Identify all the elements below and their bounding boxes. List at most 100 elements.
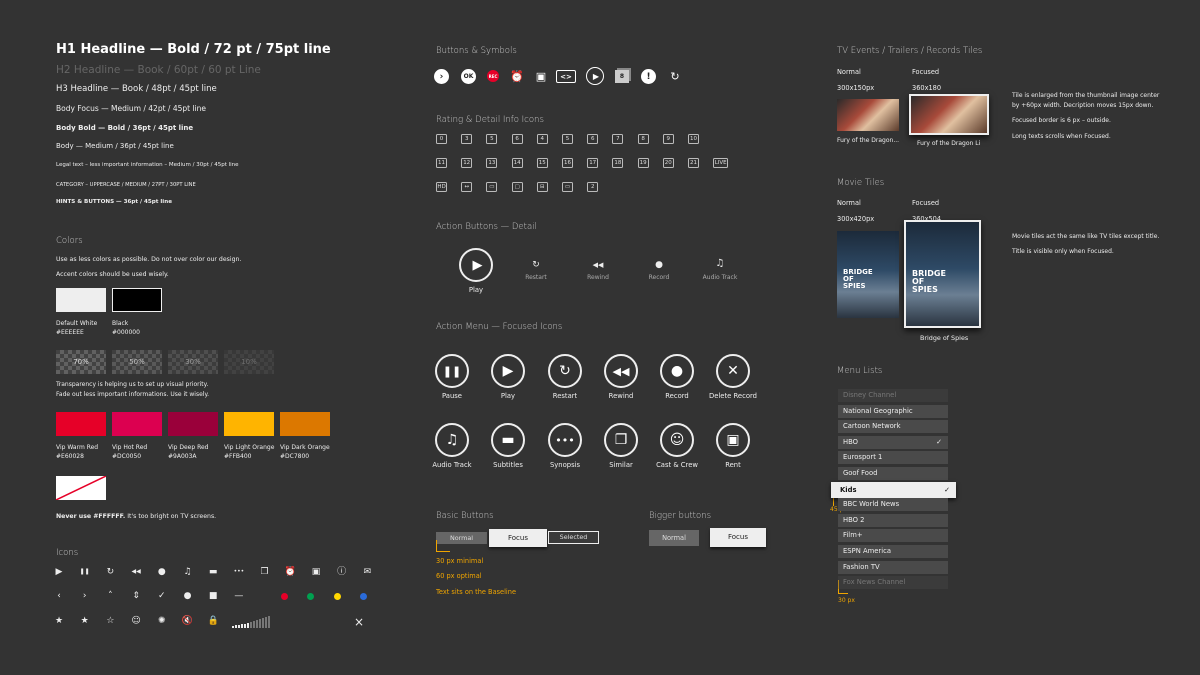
colors-note-1: Use as less colors as possible. Do not o… [56,256,242,263]
rent-button[interactable]: ▣ [716,423,750,457]
rewind-button[interactable]: ◀◀ [604,354,638,388]
minus-icon[interactable]: — [232,590,246,602]
chevron-up-icon[interactable]: ˄ [103,590,117,602]
rewind-icon[interactable]: ◀◀ [591,259,605,271]
colors-title: Colors [56,236,83,246]
menu-lists-title: Menu Lists [837,366,883,376]
menu-item[interactable]: HBO 2 [838,513,948,527]
cast-crew-button[interactable]: ☺ [660,423,694,457]
audio-track-icon[interactable]: ♫ [181,566,195,578]
mail-icon[interactable]: ✉ [360,566,374,578]
restart-button[interactable]: ↻ [548,354,582,388]
chevron-right-icon[interactable]: › [78,590,92,602]
rating-icon: 11 [436,158,447,168]
record-icon[interactable]: ● [652,259,666,271]
rating-icon: 9 [662,134,674,144]
menu-item[interactable]: ESPN America [838,545,948,558]
synopsis-button[interactable]: ••• [548,423,582,457]
arrow-right-button[interactable]: › [434,69,449,84]
rent-icon[interactable]: ▣ [534,69,548,83]
close-icon[interactable]: × [352,616,366,628]
audio-track-icon[interactable]: ♫ [713,258,727,270]
subtitles-button[interactable]: ▬ [491,423,525,457]
swatch-black [112,288,162,312]
subtitles-icon[interactable]: ▬ [206,566,220,578]
half-star-icon[interactable]: ★ [78,615,92,627]
restart-icon[interactable]: ↻ [529,259,543,271]
play-button[interactable]: ▶ [491,354,525,388]
pause-icon[interactable]: ❚❚ [78,566,92,578]
code-icon[interactable]: <> [556,70,576,83]
rating-icon: 14 [511,158,523,168]
menu-item[interactable]: National Geographic [838,404,948,418]
theater-icon[interactable]: ☺ [129,615,143,627]
rating-icon: 3 [461,134,473,144]
info-icon[interactable]: ⓘ [335,566,349,578]
menu-item-label: HBO [843,437,859,446]
never-white-note: Never use #FFFFFF. It's too bright on TV… [56,513,217,520]
rating-icon: 20 [662,158,674,168]
movie-tile-focused[interactable]: BRIDGE OF SPIES [904,220,981,328]
play-icon[interactable]: ▶ [52,566,66,578]
check-icon[interactable]: ✓ [155,590,169,602]
delete-record-button[interactable]: ✕ [716,354,750,388]
stop-icon[interactable]: ■ [206,590,220,602]
menu-item[interactable]: Goof Food [838,467,948,480]
movie-tile-normal[interactable]: BRIDGE OF SPIES [837,231,899,318]
page-icon[interactable]: 8 [615,70,629,83]
more-icon[interactable]: ••• [232,566,246,578]
tv-tile-focused[interactable] [909,94,989,135]
similar-button[interactable]: ❐ [604,423,638,457]
rent-icon[interactable]: ▣ [309,566,323,578]
menu-item[interactable]: Film+ [838,529,948,543]
dot-icon[interactable]: ● [181,590,195,602]
record-button[interactable]: ● [660,354,694,388]
menu-item[interactable]: Cartoon Network [838,420,948,434]
swatch-label: Vip Hot Red #DC0050 [112,444,148,460]
ok-button[interactable]: OK [461,69,476,84]
typography-body: Body — Medium / 36pt / 45pt line [56,142,174,150]
rating-icon: 18 [612,158,624,168]
menu-item[interactable]: Disney Channel [838,389,948,402]
basic-focus-button[interactable]: Focus [489,529,547,547]
menu-item[interactable]: Fox News Channel [838,576,948,590]
menu-item[interactable]: BBC World News [838,498,948,512]
play-button[interactable]: ▶ [459,248,493,282]
mute-icon[interactable]: 🔇 [181,615,195,627]
restart-icon[interactable]: ↻ [668,69,682,83]
typography-body-bold: Body Bold — Bold / 36pt / 45pt line [56,124,194,132]
pause-button[interactable]: ❚❚ [435,354,469,388]
rewind-icon[interactable]: ◀◀ [129,566,143,578]
bigger-normal-button[interactable]: Normal [649,530,699,546]
restart-icon[interactable]: ↻ [103,566,117,578]
record-icon[interactable]: ● [155,566,169,578]
menu-item[interactable]: Eurosport 1 [838,451,948,465]
alarm-icon[interactable]: ⏰ [283,566,297,578]
menu-item[interactable]: HBO ✓ [838,435,948,449]
basic-buttons-title: Basic Buttons [436,511,494,521]
chevron-updown-icon[interactable]: ⇕ [129,590,143,602]
basic-selected-button[interactable]: Selected [548,531,599,544]
lock-icon[interactable]: 🔒 [206,615,220,627]
action-detail-title: Action Buttons — Detail [436,222,537,232]
menu-item[interactable]: Kids ✓ [831,481,956,498]
bigger-focus-button[interactable]: Focus [710,528,766,547]
puzzle-icon[interactable]: ✺ [155,615,169,627]
empty-star-icon[interactable]: ☆ [103,615,117,627]
alarm-icon[interactable]: ⏰ [510,69,524,83]
play-button[interactable]: ▶ [586,67,604,85]
star-icon[interactable]: ★ [52,615,66,627]
chevron-left-icon[interactable]: ‹ [52,590,66,602]
tv-tile-normal[interactable] [837,99,899,131]
rating-icon: 2 [587,182,599,192]
audio-track-button[interactable]: ♫ [435,423,469,457]
basic-dim-marker [436,540,450,552]
rating-icon: 15 [536,158,548,168]
menu-item[interactable]: Fashion TV [838,560,948,574]
volume-level-icon [232,613,274,628]
rating-icon: ⊟ [536,182,548,192]
similar-icon[interactable]: ❐ [258,566,272,578]
basic-note-1: 30 px minimal [436,557,484,565]
swatch-vip-hot-red [112,412,162,436]
alert-icon[interactable]: ! [641,69,656,84]
